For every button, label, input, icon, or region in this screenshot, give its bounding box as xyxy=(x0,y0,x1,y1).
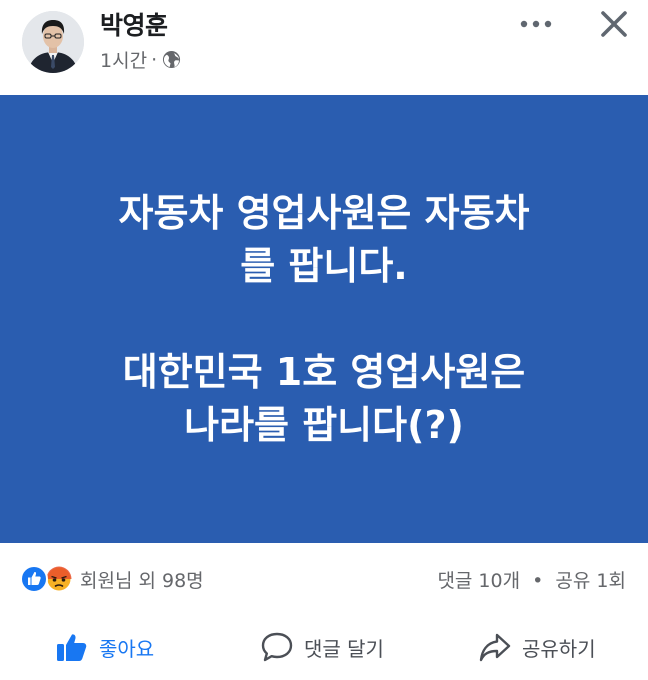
post-header: 박영훈 1시간 · xyxy=(0,0,648,95)
comment-count[interactable]: 댓글 10개 xyxy=(437,570,520,592)
comment-icon xyxy=(261,632,293,662)
meta-separator: · xyxy=(151,48,158,71)
reaction-icons[interactable] xyxy=(20,565,74,593)
share-count[interactable]: 공유 1회 xyxy=(555,570,626,592)
more-horizontal-icon[interactable] xyxy=(518,12,554,36)
share-label: 공유하기 xyxy=(522,636,596,661)
post-text-line: 나라를 팝니다(?) xyxy=(184,402,464,447)
post-text: 자동차 영업사원은 자동차 를 팝니다. 대한민국 1호 영업사원은 나라를 팝… xyxy=(0,95,648,543)
like-label: 좋아요 xyxy=(99,636,155,661)
close-icon[interactable] xyxy=(598,8,630,40)
comments-shares: 댓글 10개 • 공유 1회 xyxy=(437,566,626,593)
post-text-line: 를 팝니다. xyxy=(240,243,408,288)
post-actions: 좋아요 댓글 달기 공유하기 xyxy=(0,615,648,680)
post-time[interactable]: 1시간 xyxy=(100,46,147,73)
stats-dot: • xyxy=(532,570,544,592)
globe-icon xyxy=(162,50,181,69)
angry-reaction-icon xyxy=(45,565,73,593)
reaction-count[interactable]: 회원님 외 98명 xyxy=(80,566,204,593)
post-text-line: 자동차 영업사원은 자동차 xyxy=(118,190,530,235)
avatar-image xyxy=(22,11,84,73)
avatar[interactable] xyxy=(22,11,84,73)
share-button[interactable]: 공유하기 xyxy=(478,629,596,665)
like-button[interactable]: 좋아요 xyxy=(55,629,154,665)
post-meta: 1시간 · xyxy=(100,46,181,73)
post-stats: 회원님 외 98명 댓글 10개 • 공유 1회 xyxy=(0,543,648,615)
post-content-card[interactable]: 자동차 영업사원은 자동차 를 팝니다. 대한민국 1호 영업사원은 나라를 팝… xyxy=(0,95,648,543)
like-reaction-icon xyxy=(20,565,48,593)
comment-label: 댓글 달기 xyxy=(304,636,384,661)
comment-button[interactable]: 댓글 달기 xyxy=(260,629,384,665)
post-text-line: 대한민국 1호 영업사원은 xyxy=(122,349,526,394)
share-icon xyxy=(479,633,511,662)
thumbs-up-icon xyxy=(57,634,87,661)
author-name[interactable]: 박영훈 xyxy=(100,6,168,42)
